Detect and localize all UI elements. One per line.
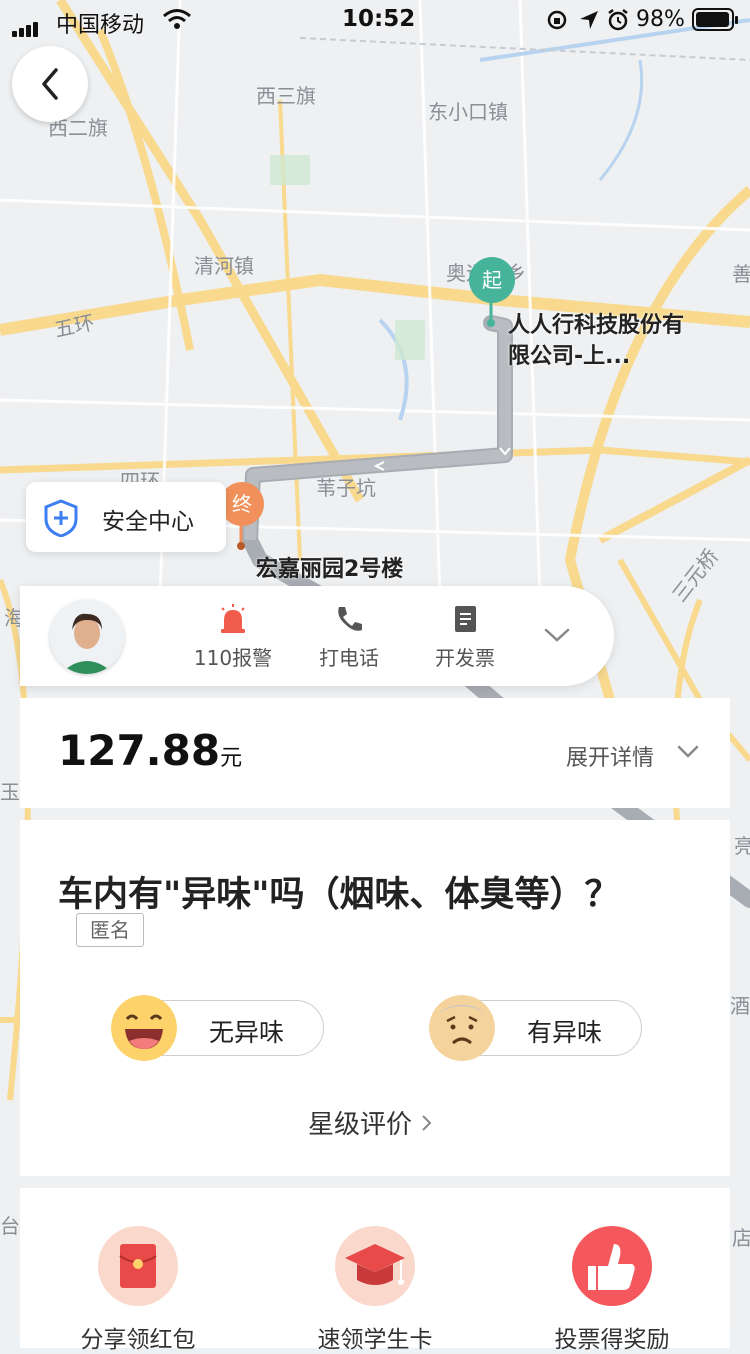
chevron-left-icon xyxy=(42,68,58,100)
vote-reward-label: 投票得奖励 xyxy=(554,1327,670,1353)
map-label: 苇子坑 xyxy=(316,476,376,500)
fare-value: 127.88 xyxy=(58,726,221,775)
map-label: 西三旗 xyxy=(256,84,316,108)
no-odor-option[interactable]: 无异味 xyxy=(111,995,324,1061)
worried-face-icon xyxy=(429,995,495,1061)
map-label: 亮 xyxy=(734,834,750,858)
fare-card: 127.88元 展开详情 xyxy=(20,698,730,808)
has-odor-option[interactable]: 有异味 xyxy=(429,995,642,1061)
start-location-label: 人人行科技股份有限公司-上... xyxy=(508,313,685,369)
map-label: 酒 xyxy=(730,994,750,1018)
battery-icon xyxy=(692,8,738,31)
call-driver-label: 打电话 xyxy=(319,646,379,670)
survey-question: 车内有"异味"吗（烟味、体臭等）？ xyxy=(58,875,620,915)
promo-card: 分享领红包 速领学生卡 投票得奖励 xyxy=(20,1188,730,1353)
odor-survey-card: 车内有"异味"吗（烟味、体臭等）？ 匿名 无异味 有异味 星级评价 xyxy=(20,820,730,1176)
star-rating-label: 星级评价 xyxy=(308,1110,413,1140)
end-location-label: 宏嘉丽园2号楼 xyxy=(256,557,404,582)
map-label: 台 xyxy=(0,1214,20,1238)
alarm-light-icon xyxy=(221,604,245,633)
map-label: 玉 xyxy=(0,780,20,804)
phone-icon xyxy=(338,607,362,631)
fare-unit: 元 xyxy=(220,746,243,771)
share-red-packet-button[interactable]: 分享领红包 xyxy=(38,1226,238,1354)
star-rating-link[interactable]: 星级评价 xyxy=(308,1104,434,1141)
rotation-lock-icon xyxy=(547,10,567,30)
alarm-clock-icon xyxy=(608,9,628,31)
no-odor-label: 无异味 xyxy=(209,1018,285,1047)
battery-percent: 98% xyxy=(636,7,685,32)
alarm-110-label: 110报警 xyxy=(193,646,273,670)
driver-action-bar: 110报警 打电话 开发票 xyxy=(20,586,614,686)
laughing-face-icon xyxy=(111,995,177,1061)
invoice-button[interactable]: 开发票 xyxy=(410,604,520,671)
shield-icon xyxy=(44,499,78,537)
status-bar: 中国移动 10:52 98% xyxy=(0,0,750,40)
expand-details-button[interactable]: 展开详情 xyxy=(566,740,654,772)
map-label: 东小口镇 xyxy=(428,100,508,124)
anonymous-badge: 匿名 xyxy=(76,913,144,947)
chevron-down-icon[interactable] xyxy=(676,744,700,760)
back-button[interactable] xyxy=(12,46,88,122)
student-card-label: 速领学生卡 xyxy=(317,1327,433,1353)
chevron-down-icon[interactable] xyxy=(540,622,574,650)
driver-avatar[interactable] xyxy=(50,600,124,674)
map-label: 店 xyxy=(732,1226,750,1250)
clock: 10:52 xyxy=(342,6,416,32)
carrier-name: 中国移动 xyxy=(56,13,145,38)
map-label: 善 xyxy=(732,262,750,286)
map-label: 清河镇 xyxy=(194,254,254,278)
graduation-cap-icon xyxy=(345,1244,405,1285)
call-driver-button[interactable]: 打电话 xyxy=(294,604,404,671)
location-arrow-icon xyxy=(580,11,598,29)
share-red-packet-label: 分享领红包 xyxy=(80,1327,196,1353)
invoice-icon xyxy=(455,606,476,632)
thumbs-up-icon xyxy=(588,1244,635,1290)
safety-center-button[interactable]: 安全中心 xyxy=(26,482,226,552)
vote-reward-button[interactable]: 投票得奖励 xyxy=(512,1226,712,1354)
end-marker[interactable]: 终 xyxy=(220,482,264,526)
wifi-icon xyxy=(163,9,191,29)
chevron-right-icon xyxy=(422,1115,432,1131)
alarm-110-button[interactable]: 110报警 xyxy=(178,604,288,671)
safety-center-label: 安全中心 xyxy=(102,509,194,535)
signal-icon xyxy=(12,12,40,37)
red-envelope-icon xyxy=(119,1244,157,1288)
invoice-label: 开发票 xyxy=(435,646,495,670)
has-odor-label: 有异味 xyxy=(527,1018,603,1047)
start-marker[interactable]: 起 xyxy=(469,257,515,303)
fare-amount: 127.88元 xyxy=(58,726,242,775)
student-card-button[interactable]: 速领学生卡 xyxy=(275,1226,475,1354)
